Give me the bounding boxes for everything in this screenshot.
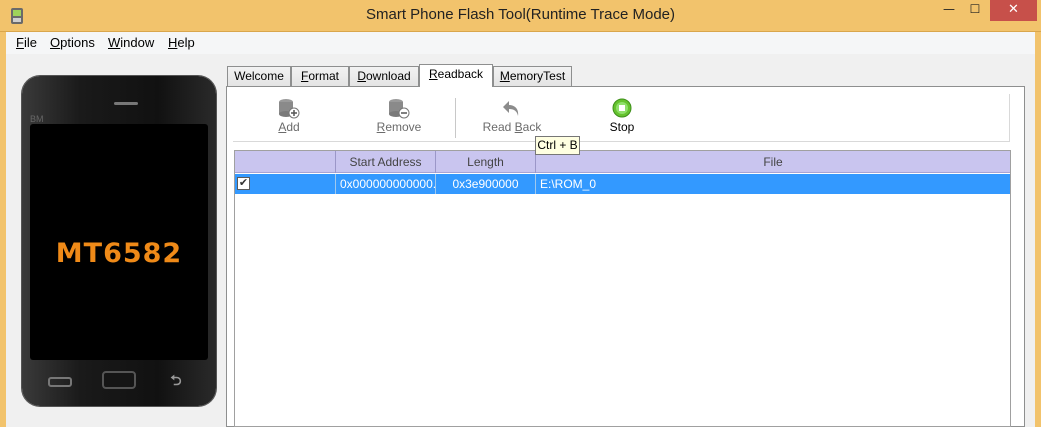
menu-file[interactable]: File — [16, 35, 37, 50]
remove-button[interactable]: Remove — [369, 98, 429, 134]
phone-menu-key-icon — [48, 377, 72, 387]
stop-label: Stop — [609, 120, 635, 134]
length-cell: 0x3e900000 — [435, 174, 535, 194]
phone-image: BM MT6582 ⮌ — [22, 76, 216, 406]
readback-toolbar: Add Remove Read Back Stop — [233, 94, 1010, 142]
menu-options[interactable]: Options — [50, 35, 95, 50]
tab-welcome[interactable]: Welcome — [227, 66, 291, 87]
file-cell: E:\ROM_0 — [535, 174, 1010, 194]
menu-window[interactable]: Window — [108, 35, 154, 50]
readback-label: Read Back — [482, 120, 542, 134]
phone-home-key-icon — [102, 371, 136, 389]
phone-brand: BM — [30, 114, 44, 124]
db-add-icon — [279, 99, 300, 119]
table-header: Start Address Length File — [235, 151, 1010, 173]
add-button[interactable]: Add — [259, 98, 319, 134]
shortcut-tooltip: Ctrl + B — [535, 136, 580, 155]
readback-button[interactable]: Read Back — [482, 98, 542, 134]
title-bar: Smart Phone Flash Tool(Runtime Trace Mod… — [0, 0, 1041, 32]
stop-circle-icon — [612, 98, 632, 118]
row-check-cell: ✔ — [235, 174, 335, 194]
maximize-button[interactable]: ☐ — [962, 2, 988, 23]
column-header-file[interactable]: File — [535, 151, 1010, 173]
table-row[interactable]: ✔ 0x000000000000... 0x3e900000 E:\ROM_0 — [235, 174, 1010, 194]
tab-download[interactable]: Download — [349, 66, 419, 87]
window-title: Smart Phone Flash Tool(Runtime Trace Mod… — [365, 6, 676, 23]
column-header-start-address[interactable]: Start Address — [335, 151, 435, 173]
column-header-length[interactable]: Length — [435, 151, 535, 173]
row-checkbox[interactable]: ✔ — [237, 177, 250, 190]
minimize-button[interactable]: — — [936, 2, 962, 23]
phone-speaker — [114, 102, 138, 105]
toolbar-separator — [455, 98, 456, 138]
tab-memorytest[interactable]: MemoryTest — [493, 66, 572, 87]
window-frame-right — [1035, 54, 1041, 427]
menu-bar: File Options Window Help — [0, 32, 1041, 54]
readback-table: Start Address Length File ✔ 0x0000000000… — [234, 150, 1011, 427]
remove-label: Remove — [376, 120, 422, 134]
phone-back-key-icon: ⮌ — [170, 373, 182, 389]
tab-format[interactable]: Format — [291, 66, 349, 87]
phone-model-label: MT6582 — [55, 238, 183, 269]
add-label: Add — [278, 120, 300, 134]
tab-readback[interactable]: Readback — [419, 64, 493, 87]
start-address-cell: 0x000000000000... — [335, 174, 435, 194]
db-remove-icon — [389, 99, 410, 119]
close-button[interactable]: ✕ — [990, 0, 1037, 21]
undo-arrow-icon — [503, 101, 519, 116]
stop-button[interactable]: Stop — [592, 98, 652, 134]
menu-help[interactable]: Help — [168, 35, 195, 50]
column-header-check[interactable] — [235, 151, 335, 173]
